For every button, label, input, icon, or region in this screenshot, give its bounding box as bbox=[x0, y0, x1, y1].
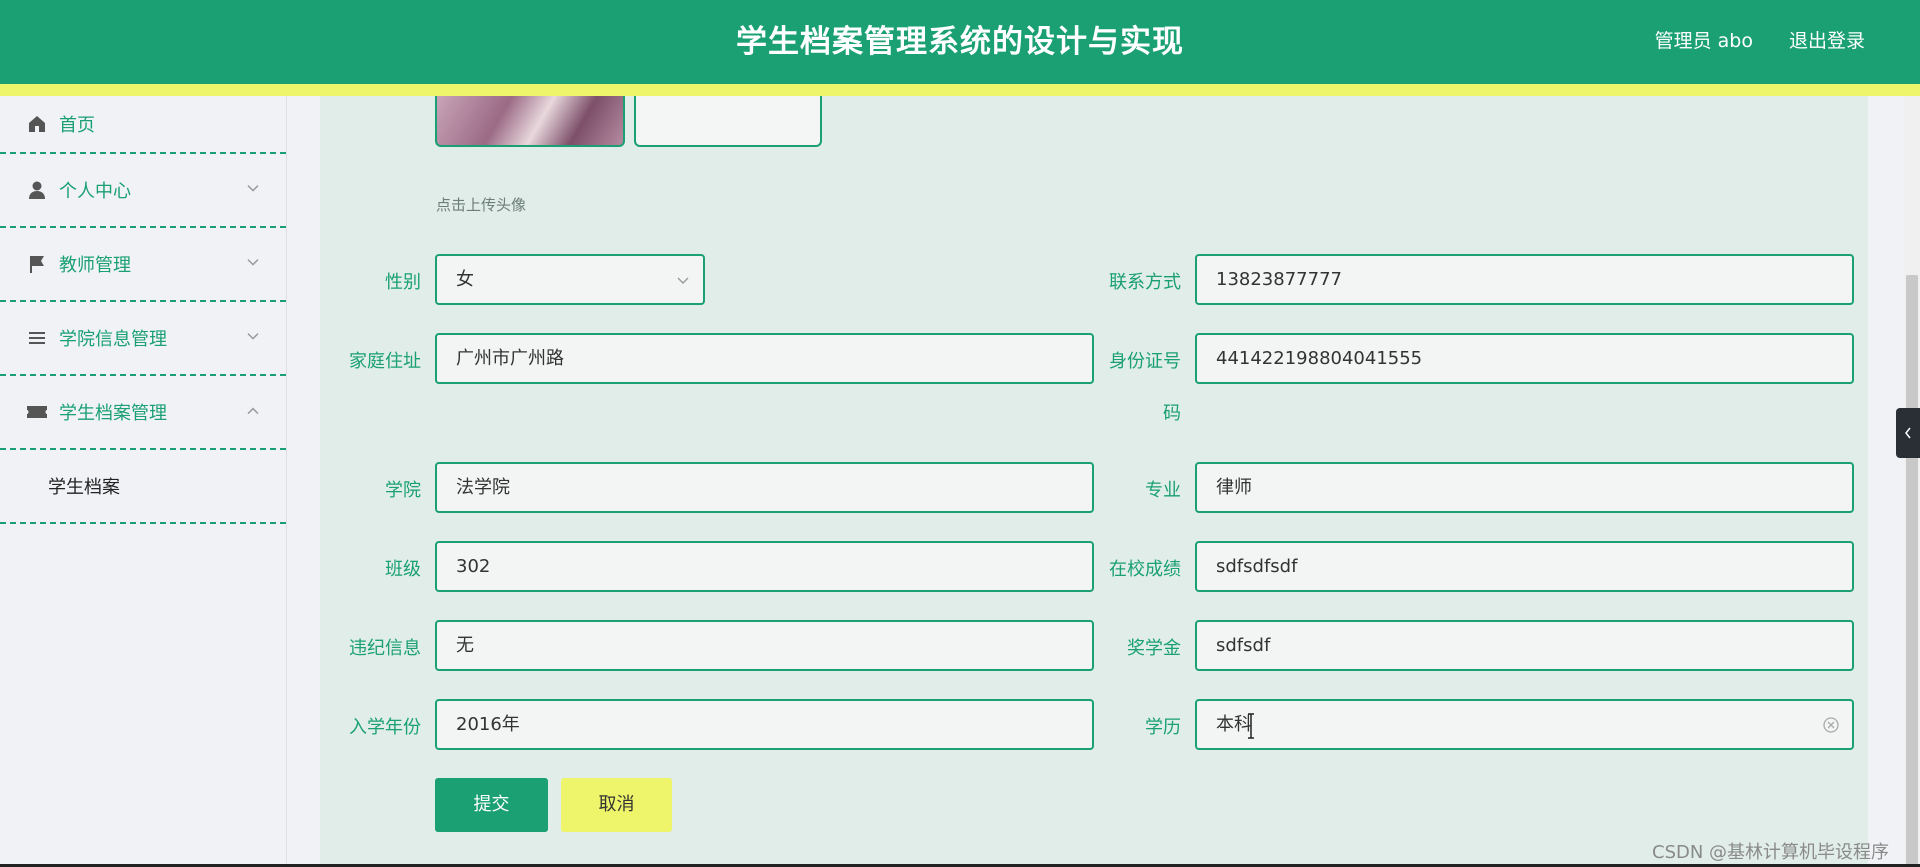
contact-input[interactable]: 13823877777 bbox=[1195, 254, 1854, 305]
watermark: CSDN @基林计算机毕设程序 bbox=[1652, 842, 1890, 863]
major-label: 专业 bbox=[1145, 480, 1181, 501]
scrollbar-thumb[interactable] bbox=[1906, 275, 1918, 867]
address-label: 家庭住址 bbox=[349, 351, 421, 372]
text-cursor-icon bbox=[1248, 713, 1254, 739]
chevron-left-icon bbox=[1905, 427, 1911, 439]
id-number-label-cont: 码 bbox=[1163, 403, 1181, 424]
sidebar-subitem-label: 学生档案 bbox=[48, 477, 120, 498]
education-label: 学历 bbox=[1145, 717, 1181, 738]
gender-value: 女 bbox=[456, 269, 474, 290]
scholarship-input[interactable]: sdfsdf bbox=[1195, 620, 1854, 671]
discipline-label: 违纪信息 bbox=[349, 638, 421, 659]
scholarship-label: 奖学金 bbox=[1127, 638, 1181, 659]
sidebar-item-label: 学生档案管理 bbox=[59, 403, 167, 424]
enroll-year-input[interactable]: 2016年 bbox=[435, 699, 1094, 750]
cancel-button[interactable]: 取消 bbox=[561, 778, 672, 832]
home-icon bbox=[26, 113, 48, 135]
sidebar-subitem-student-archive[interactable]: 学生档案 bbox=[0, 450, 286, 524]
gender-label: 性别 bbox=[385, 272, 421, 293]
sidebar-item-label: 教师管理 bbox=[59, 255, 131, 276]
sidebar-item-student-archive-management[interactable]: 学生档案管理 bbox=[0, 376, 286, 450]
discipline-input[interactable]: 无 bbox=[435, 620, 1094, 671]
current-user-label: 管理员 abo bbox=[1654, 30, 1753, 52]
header-accent-stripe bbox=[0, 84, 1920, 96]
gender-select[interactable]: 女 bbox=[435, 254, 705, 305]
id-number-input[interactable]: 441422198804041555 bbox=[1195, 333, 1854, 384]
sidebar-item-label: 学院信息管理 bbox=[59, 329, 167, 350]
collapse-panel-button[interactable] bbox=[1896, 408, 1920, 458]
app-title: 学生档案管理系统的设计与实现 bbox=[736, 24, 1184, 60]
avatar-upload-slot[interactable] bbox=[634, 96, 822, 147]
chevron-down-icon bbox=[247, 185, 259, 192]
address-input[interactable]: 广州市广州路 bbox=[435, 333, 1094, 384]
sidebar-item-teacher-management[interactable]: 教师管理 bbox=[0, 228, 286, 302]
logout-button[interactable]: 退出登录 bbox=[1789, 26, 1865, 53]
submit-button[interactable]: 提交 bbox=[435, 778, 548, 832]
list-icon bbox=[26, 327, 48, 349]
college-label: 学院 bbox=[385, 480, 421, 501]
enroll-year-label: 入学年份 bbox=[349, 717, 421, 738]
contact-label: 联系方式 bbox=[1109, 272, 1181, 293]
id-number-label: 身份证号 bbox=[1109, 351, 1181, 372]
sidebar-item-label: 首页 bbox=[59, 115, 95, 136]
clear-icon[interactable] bbox=[1822, 716, 1840, 734]
sidebar: 首页 个人中心 教师管理 学院信息管理 学生档案管理 学生档案 bbox=[0, 96, 287, 867]
class-input[interactable]: 302 bbox=[435, 541, 1094, 592]
sidebar-item-label: 个人中心 bbox=[59, 181, 131, 202]
grades-input[interactable]: sdfsdfsdf bbox=[1195, 541, 1854, 592]
sidebar-item-college-management[interactable]: 学院信息管理 bbox=[0, 302, 286, 376]
class-label: 班级 bbox=[385, 559, 421, 580]
flag-icon bbox=[26, 253, 48, 275]
education-input[interactable]: 本科 bbox=[1195, 699, 1854, 750]
chevron-up-icon bbox=[247, 407, 259, 415]
grades-label: 在校成绩 bbox=[1109, 559, 1181, 580]
user-icon bbox=[26, 179, 48, 201]
major-input[interactable]: 律师 bbox=[1195, 462, 1854, 513]
sidebar-item-personal-center[interactable]: 个人中心 bbox=[0, 154, 286, 228]
chevron-down-icon bbox=[247, 333, 259, 340]
chevron-down-icon bbox=[247, 259, 259, 266]
upload-hint: 点击上传头像 bbox=[436, 196, 527, 214]
avatar-preview[interactable] bbox=[435, 96, 625, 147]
ticket-icon bbox=[26, 401, 48, 423]
sidebar-item-home[interactable]: 首页 bbox=[0, 96, 286, 154]
chevron-down-icon bbox=[677, 277, 689, 284]
college-input[interactable]: 法学院 bbox=[435, 462, 1094, 513]
